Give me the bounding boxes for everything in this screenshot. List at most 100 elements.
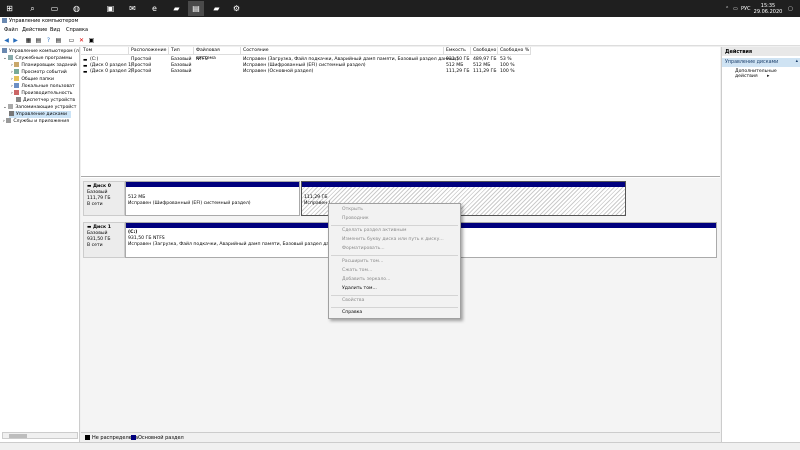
col-header-layout[interactable]: Расположение xyxy=(129,47,169,55)
tree-item-devices[interactable]: Диспетчер устройств xyxy=(16,97,75,104)
tree-item-services[interactable]: › Службы и приложения xyxy=(3,118,69,125)
tree-item-performance[interactable]: › Производительность xyxy=(11,90,72,97)
app-icon xyxy=(2,18,7,23)
search-icon[interactable]: ⌕ xyxy=(26,2,39,15)
computer-icon xyxy=(2,48,7,53)
properties-icon[interactable]: ▤ xyxy=(34,36,43,44)
users-icon xyxy=(14,83,20,88)
connect-icon[interactable]: ▭ xyxy=(67,36,76,44)
clock[interactable]: 15:35 29.06.2020 xyxy=(753,0,783,17)
tree-item-eventviewer[interactable]: › Просмотр событий xyxy=(11,69,67,76)
disk-name-text: Диск 1 xyxy=(92,225,111,230)
tree-item-users[interactable]: › Локальные пользоват xyxy=(11,83,75,90)
partition-bar xyxy=(126,182,299,187)
cell-layout: Простой xyxy=(131,69,152,74)
performance-icon xyxy=(14,90,20,95)
legend: Не распределена Основной раздел xyxy=(81,432,720,442)
tree-item-utilities[interactable]: ⌄ Служебные программы xyxy=(3,55,72,62)
terminal-icon[interactable]: ▰ xyxy=(210,2,223,15)
col-header-type[interactable]: Тип xyxy=(169,47,194,55)
partition-status: Исправен (Шифрованный (EFI) системный ра… xyxy=(128,201,251,206)
col-header-volume[interactable]: Том xyxy=(81,47,129,55)
volume-table: Том Расположение Тип Файловая система Со… xyxy=(81,47,720,177)
event-viewer-icon xyxy=(14,69,20,74)
tree-label: Производительность xyxy=(21,91,73,96)
disk-0-label[interactable]: ▬ Диск 0 Базовый 111,79 ГБ В сети xyxy=(83,181,125,216)
help-icon[interactable]: ? xyxy=(44,36,53,44)
tree-label: Диспетчер устройств xyxy=(23,98,76,103)
partition-efi[interactable]: 512 МБ Исправен (Шифрованный (EFI) систе… xyxy=(125,181,300,216)
forward-icon[interactable]: ▶ xyxy=(11,36,20,44)
partition-bar xyxy=(302,182,625,187)
ctx-help[interactable]: Справка xyxy=(342,310,362,315)
settings-icon[interactable]: ⚙ xyxy=(230,2,243,15)
scheduler-icon xyxy=(14,62,20,67)
windows-start-icon[interactable]: ⊞ xyxy=(3,2,16,15)
tree-item-storage[interactable]: ⌄ Запоминающие устройст xyxy=(3,104,76,111)
ctx-delete[interactable]: Удалить том... xyxy=(342,286,377,291)
ubuntu-icon[interactable]: ◍ xyxy=(70,2,83,15)
actions-section-disk-management[interactable]: Управление дисками ▴ xyxy=(722,58,800,67)
check-icon[interactable]: ▣ xyxy=(87,36,96,44)
cell-capacity: 111,29 ГБ xyxy=(446,69,470,74)
folder-icon[interactable]: ▰ xyxy=(170,2,183,15)
context-menu: Открыть Проводник Сделать раздел активны… xyxy=(328,203,461,319)
submenu-arrow-icon: ▸ xyxy=(767,74,770,79)
tree-item-diskmgmt[interactable]: Управление дисками xyxy=(9,111,72,118)
ctx-change-letter[interactable]: Изменить букву диска или путь к диску... xyxy=(342,237,444,242)
cell-volume: (Диск 0 раздел 2) xyxy=(90,69,133,74)
disk-management-icon xyxy=(9,111,14,116)
language-indicator[interactable]: РУС xyxy=(741,0,751,17)
tree-item-root[interactable]: Управление компьютером (л xyxy=(2,48,79,55)
col-header-fs[interactable]: Файловая система xyxy=(194,47,241,61)
ctx-mark-active[interactable]: Сделать раздел активным xyxy=(342,228,406,233)
menu-file[interactable]: Файл xyxy=(4,27,18,33)
tools-icon xyxy=(8,55,14,60)
actions-more[interactable]: Дополнительные действия ▸ xyxy=(735,69,800,79)
cell-free-pct: 100 % xyxy=(500,69,515,74)
task-view-icon[interactable]: ▭ xyxy=(48,2,61,15)
list-icon[interactable]: ▤ xyxy=(54,36,63,44)
notifications-icon[interactable]: ▢ xyxy=(788,0,793,17)
ctx-shrink[interactable]: Сжать том... xyxy=(342,268,372,273)
computer-management-icon[interactable]: ▤ xyxy=(188,1,204,16)
tree-item-scheduler[interactable]: › Планировщик заданий xyxy=(11,62,77,69)
ctx-properties[interactable]: Свойства xyxy=(342,298,364,303)
menu-action[interactable]: Действие xyxy=(22,27,47,33)
delete-icon[interactable]: ✕ xyxy=(77,36,86,44)
menu-view[interactable]: Вид xyxy=(50,27,60,33)
tree-label: Планировщик заданий xyxy=(21,63,77,68)
col-header-status[interactable]: Состояние xyxy=(241,47,444,55)
col-header-free-pct[interactable]: Свободно % xyxy=(498,47,531,55)
title-bar: Управление компьютером xyxy=(0,17,800,25)
menu-help[interactable]: Справка xyxy=(66,27,88,33)
ctx-format[interactable]: Форматировать... xyxy=(342,246,385,251)
toolbar: ◀ ▶ ▦ ▤ ? ▤ ▭ ✕ ▣ xyxy=(0,34,800,46)
mail-icon[interactable]: ✉ xyxy=(126,2,139,15)
ctx-explore[interactable]: Проводник xyxy=(342,216,369,221)
disk-1-label[interactable]: ▬ Диск 1 Базовый 931,50 ГБ В сети xyxy=(83,222,125,258)
tree-label: Запоминающие устройст xyxy=(15,105,77,110)
collapse-arrow-icon[interactable]: ▴ xyxy=(796,59,798,64)
ctx-separator xyxy=(331,255,458,256)
network-icon[interactable]: ▭ xyxy=(733,0,738,17)
legend-swatch-unallocated xyxy=(85,435,90,440)
ctx-open[interactable]: Открыть xyxy=(342,207,363,212)
cell-fs: NTFS xyxy=(196,57,208,62)
ctx-extend[interactable]: Расширить том... xyxy=(342,259,383,264)
horizontal-scrollbar[interactable] xyxy=(2,432,78,439)
col-header-free[interactable]: Свободно xyxy=(471,47,498,55)
scrollbar-thumb[interactable] xyxy=(9,434,27,438)
up-icon[interactable]: ▦ xyxy=(24,36,33,44)
actions-pane: Действия Управление дисками ▴ Дополнител… xyxy=(721,47,800,442)
col-header-capacity[interactable]: Емкость xyxy=(444,47,471,55)
cell-status: Исправен (Основной раздел) xyxy=(243,69,314,74)
tray-chevron-icon[interactable]: ⌃ xyxy=(725,0,729,17)
back-icon[interactable]: ◀ xyxy=(2,36,11,44)
actions-more-label: Дополнительные действия xyxy=(735,69,777,79)
edge-icon[interactable]: e xyxy=(148,2,161,15)
ctx-mirror[interactable]: Добавить зеркало... xyxy=(342,277,391,282)
tree-item-shared[interactable]: › Общие папки xyxy=(11,76,54,83)
ctx-separator xyxy=(331,225,458,226)
store-icon[interactable]: ▣ xyxy=(104,2,117,15)
